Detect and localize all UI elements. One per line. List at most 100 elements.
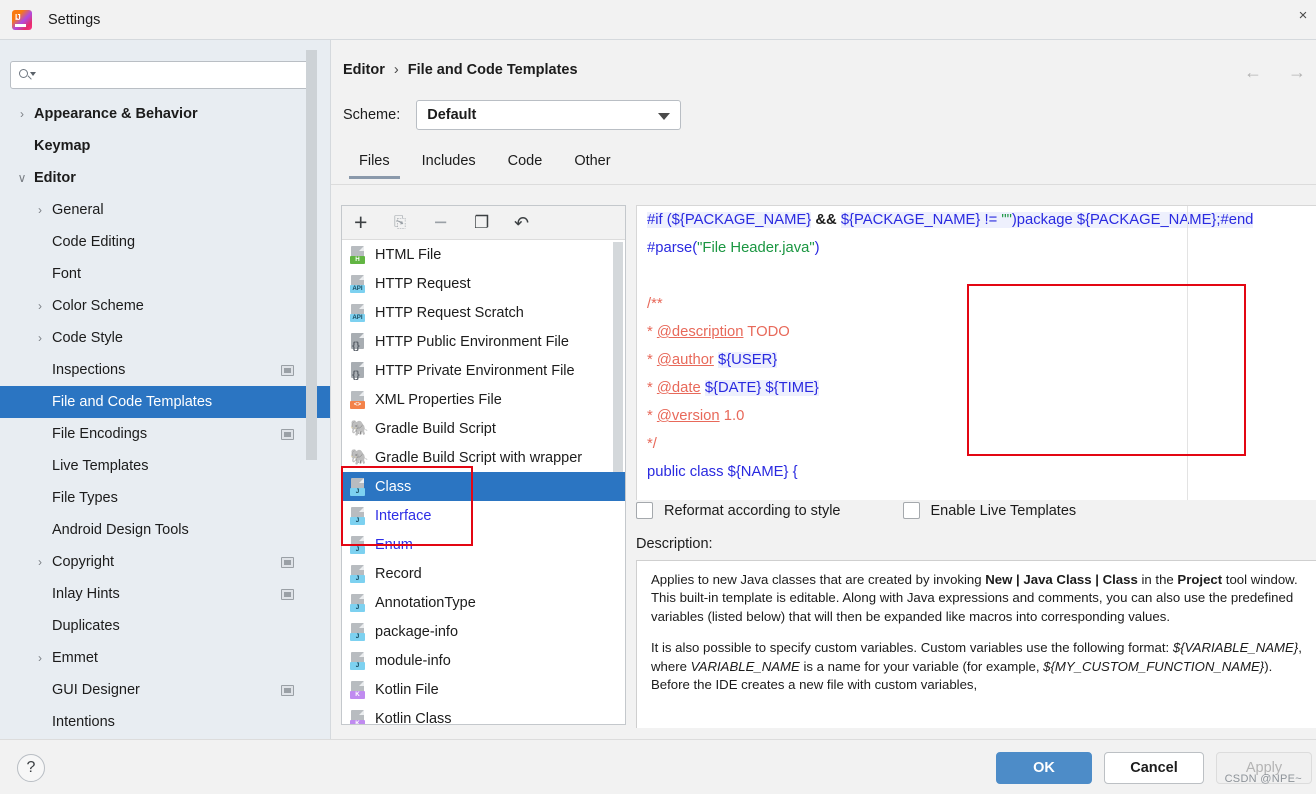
- list-item[interactable]: <> XML Properties File: [342, 385, 625, 414]
- sidebar-item-label: Color Scheme: [52, 298, 144, 314]
- checkbox-reformat-according-to-style[interactable]: Reformat according to style: [636, 502, 841, 519]
- sidebar-item-file-encodings[interactable]: File Encodings: [0, 418, 330, 450]
- list-item[interactable]: Jpackage-info: [342, 617, 625, 646]
- javadoc-tag: @date: [656, 380, 701, 396]
- tab-code[interactable]: Code: [492, 147, 559, 179]
- list-item[interactable]: Jmodule-info: [342, 646, 625, 675]
- chevron-right-icon[interactable]: ›: [32, 203, 48, 217]
- scheme-select[interactable]: Default: [416, 100, 682, 130]
- add-template-button[interactable]: +: [354, 210, 374, 233]
- templates-list[interactable]: H HTML File API HTTP Request API HTTP Request…: [342, 240, 625, 724]
- chevron-right-icon[interactable]: ›: [32, 299, 48, 313]
- nav-back-icon[interactable]: ←: [1244, 62, 1262, 83]
- gradle-icon: 🐘: [350, 419, 369, 437]
- sidebar-item-inspections[interactable]: Inspections: [0, 354, 330, 386]
- javadoc-tag: @description: [656, 324, 744, 340]
- sidebar-item-inlay-hints[interactable]: Inlay Hints: [0, 578, 330, 610]
- sidebar-item-appearance-behavior[interactable]: › Appearance & Behavior: [0, 98, 330, 130]
- sidebar-item-intentions[interactable]: Intentions: [0, 706, 330, 738]
- code-token-pkgdecl: )package ${PACKAGE_NAME};#end: [1011, 212, 1254, 228]
- sidebar-item-live-templates[interactable]: Live Templates: [0, 450, 330, 482]
- copy-template-button[interactable]: ❐: [474, 213, 494, 233]
- list-item-label: HTTP Request: [375, 275, 471, 292]
- list-item[interactable]: J Enum: [342, 530, 625, 559]
- list-item[interactable]: 🐘 Gradle Build Script: [342, 414, 625, 443]
- list-item-label: HTTP Public Environment File: [375, 333, 569, 350]
- chevron-right-icon[interactable]: ›: [32, 651, 48, 665]
- javadoc-star: *: [647, 380, 657, 396]
- list-item[interactable]: J Interface: [342, 501, 625, 530]
- list-item[interactable]: J AnnotationType: [342, 588, 625, 617]
- window-title: Settings: [48, 11, 101, 28]
- list-item[interactable]: {} HTTP Public Environment File: [342, 327, 625, 356]
- sidebar-item-file-types[interactable]: File Types: [0, 482, 330, 514]
- desc-p1-post: tool window.: [1222, 572, 1298, 587]
- sidebar-item-android-design-tools[interactable]: Android Design Tools: [0, 514, 330, 546]
- list-item[interactable]: 🐘 Gradle Build Script with wrapper: [342, 443, 625, 472]
- sidebar-item-file-and-code-templates[interactable]: File and Code Templates: [0, 386, 330, 418]
- tab-other[interactable]: Other: [558, 147, 626, 179]
- code-token-if: #if (${PACKAGE_NAME}: [647, 212, 812, 228]
- list-item[interactable]: {} HTTP Private Environment File: [342, 356, 625, 385]
- remove-template-button[interactable]: −: [434, 210, 454, 233]
- chevron-right-icon[interactable]: ›: [14, 107, 30, 121]
- ok-button[interactable]: OK: [996, 752, 1092, 784]
- cancel-button[interactable]: Cancel: [1104, 752, 1204, 784]
- checkbox-box[interactable]: [902, 502, 920, 519]
- description-text: Applies to new Java classes that are cre…: [637, 561, 1316, 704]
- search-input[interactable]: [40, 67, 295, 83]
- desc-p1-bold: New | Java Class | Class: [985, 572, 1138, 587]
- settings-search-box[interactable]: [10, 61, 310, 89]
- new-from-file-button[interactable]: ⎘: [394, 213, 414, 233]
- code-token-parse-close: ): [814, 240, 820, 256]
- sidebar-item-color-scheme[interactable]: › Color Scheme: [0, 290, 330, 322]
- sidebar-item-duplicates[interactable]: Duplicates: [0, 610, 330, 642]
- list-item[interactable]: K Kotlin Class: [342, 704, 625, 724]
- sidebar-item-editor[interactable]: ∨ Editor: [0, 162, 330, 194]
- sidebar-item-emmet[interactable]: › Emmet: [0, 642, 330, 674]
- chevron-down-icon: [658, 113, 671, 120]
- sidebar-item-gui-designer[interactable]: GUI Designer: [0, 674, 330, 706]
- checkbox-box[interactable]: [636, 502, 653, 519]
- code-line-2: #parse("File Header.java"): [637, 234, 1316, 262]
- desc-p1-pre: Applies to new Java classes that are cre…: [651, 572, 986, 587]
- code-token-and: &&: [811, 212, 841, 228]
- nav-forward-icon[interactable]: →: [1288, 62, 1306, 83]
- breadcrumb-parent[interactable]: Editor: [343, 62, 385, 78]
- list-item[interactable]: J Class: [342, 472, 625, 501]
- list-item[interactable]: H HTML File: [342, 240, 625, 269]
- checkbox-enable-live-templates[interactable]: Enable Live Templates: [902, 502, 1076, 519]
- description-paragraph-3: It is also possible to specify custom va…: [651, 639, 1302, 694]
- sidebar-item-label: General: [52, 202, 104, 218]
- sidebar-item-label: Live Templates: [52, 458, 149, 474]
- chevron-right-icon[interactable]: ›: [32, 555, 48, 569]
- javadoc-line-1: * @description TODO: [637, 318, 1316, 346]
- sidebar-item-general[interactable]: › General: [0, 194, 330, 226]
- sidebar-item-font[interactable]: Font: [0, 258, 330, 290]
- sidebar-item-copyright[interactable]: › Copyright: [0, 546, 330, 578]
- template-code-editor[interactable]: #if (${PACKAGE_NAME} && ${PACKAGE_NAME} …: [636, 205, 1316, 500]
- sidebar-item-code-editing[interactable]: Code Editing: [0, 226, 330, 258]
- javadoc-star: *: [647, 352, 657, 368]
- list-item-label: Enum: [375, 536, 413, 553]
- close-icon[interactable]: ×: [1290, 0, 1316, 30]
- list-item[interactable]: API HTTP Request: [342, 269, 625, 298]
- sidebar-item-label: Inspections: [52, 362, 126, 378]
- sidebar-scrollbar[interactable]: [306, 50, 317, 460]
- reset-template-button[interactable]: ↶: [514, 213, 534, 233]
- tab-includes[interactable]: Includes: [406, 147, 492, 179]
- javadoc-value: 1.0: [723, 408, 745, 424]
- list-item[interactable]: J Record: [342, 559, 625, 588]
- chevron-right-icon[interactable]: ›: [32, 331, 48, 345]
- help-button[interactable]: ?: [17, 754, 45, 782]
- breadcrumb-separator: ›: [393, 62, 399, 78]
- sidebar-item-code-style[interactable]: › Code Style: [0, 322, 330, 354]
- list-item-label: AnnotationType: [375, 594, 476, 611]
- list-item[interactable]: API HTTP Request Scratch: [342, 298, 625, 327]
- tab-files[interactable]: Files: [343, 147, 406, 179]
- list-item[interactable]: K Kotlin File: [342, 675, 625, 704]
- sidebar-item-keymap[interactable]: Keymap: [0, 130, 330, 162]
- description-paragraph-2: This built-in template is editable. Alon…: [651, 590, 1294, 624]
- chevron-down-icon[interactable]: ∨: [14, 171, 30, 185]
